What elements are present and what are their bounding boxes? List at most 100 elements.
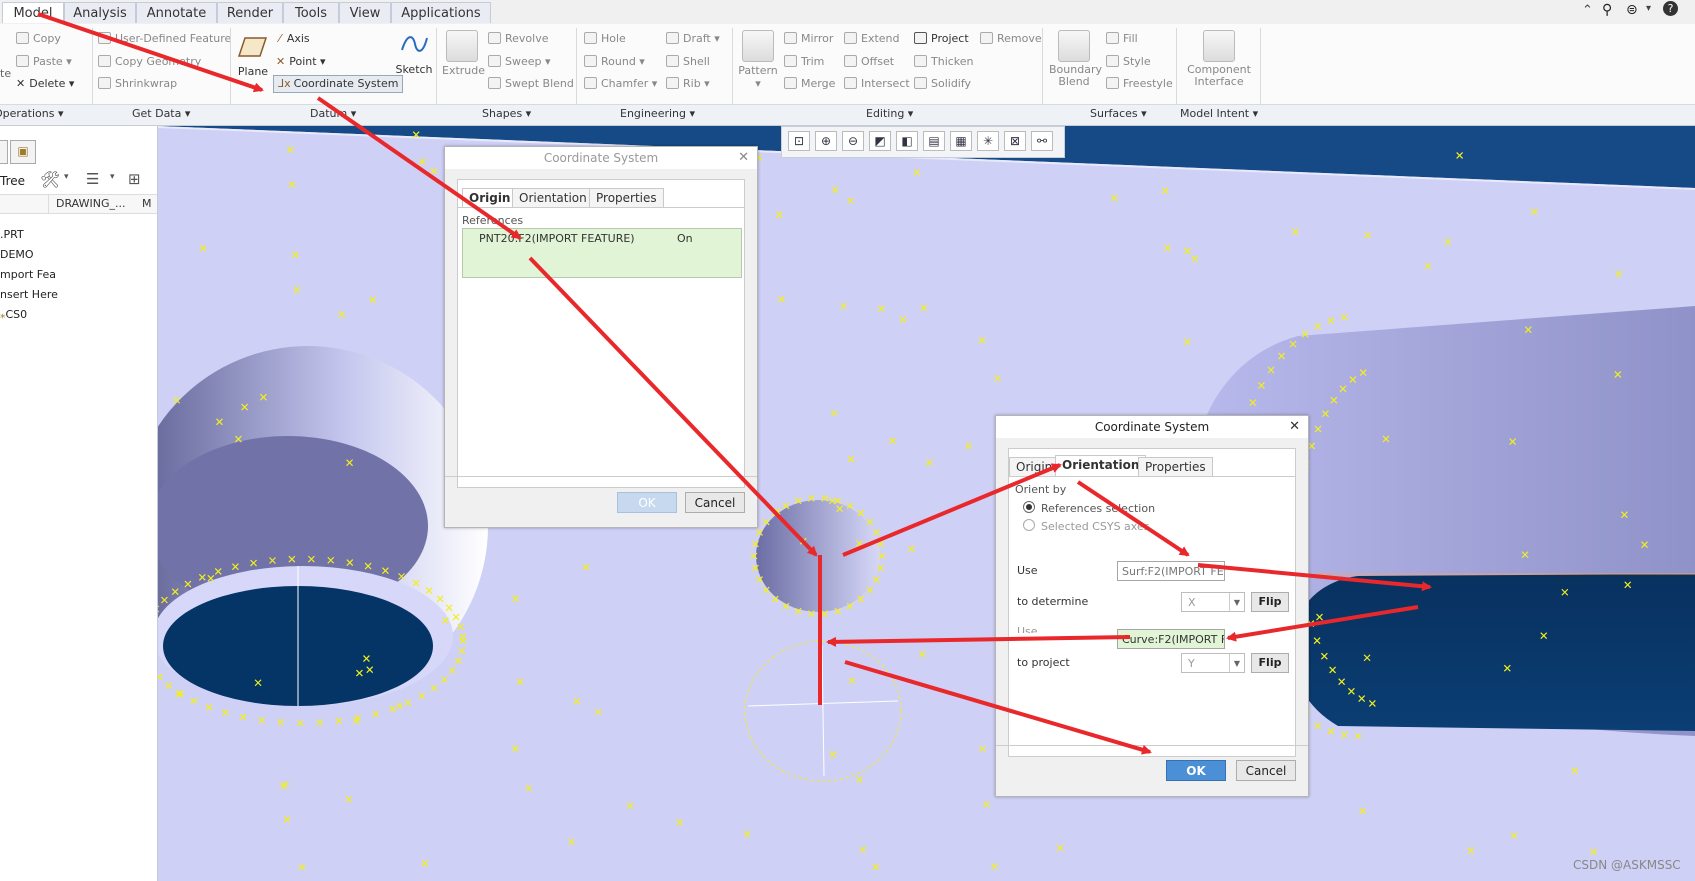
datum-group[interactable]: Datum ▾	[310, 107, 356, 120]
help-menu-icon[interactable]: ⊜	[1626, 2, 1638, 18]
folder-icon[interactable]: ▣	[10, 140, 36, 164]
plane-button[interactable]: Plane	[236, 32, 270, 78]
solidify-button[interactable]: Solidify	[914, 76, 971, 92]
paste-button[interactable]: Paste ▾	[16, 54, 72, 70]
tree-row-cs0[interactable]: ⁎CS0	[0, 308, 27, 321]
spin-center-icon[interactable]: ⚯	[1031, 131, 1053, 151]
point-button[interactable]: ✕ Point ▾	[276, 54, 326, 70]
tab-origin[interactable]: Origin	[462, 188, 518, 207]
tab-orientation[interactable]: Orientation	[512, 188, 594, 207]
radio-references-selection[interactable]: References selection	[1023, 501, 1155, 515]
extend-button[interactable]: Extend	[844, 31, 900, 47]
annotation-display-icon[interactable]: ⊠	[1004, 131, 1026, 151]
sweep-button[interactable]: Sweep ▾	[488, 54, 551, 70]
tab-tools[interactable]: Tools	[283, 2, 339, 23]
freestyle-button[interactable]: Freestyle	[1106, 76, 1173, 92]
udf-button[interactable]: User-Defined Feature	[98, 31, 231, 47]
flip-button[interactable]: Flip	[1251, 653, 1289, 673]
graphics-viewport[interactable]: ⊡ ⊕ ⊖ ◩ ◧ ▤ ▦ ✳ ⊠ ⚯	[158, 126, 1695, 881]
tab-origin[interactable]: Origin	[1009, 457, 1057, 476]
round-button[interactable]: Round ▾	[584, 54, 645, 70]
tab-render[interactable]: Render	[217, 2, 283, 23]
shrinkwrap-button[interactable]: Shrinkwrap	[98, 76, 177, 92]
rib-button[interactable]: Rib ▾	[666, 76, 710, 92]
close-icon[interactable]: ✕	[1289, 419, 1300, 434]
shapes-group[interactable]: Shapes ▾	[482, 107, 531, 120]
filter-icon[interactable]: ⊞	[128, 170, 141, 188]
tab-view[interactable]: View	[339, 2, 391, 23]
shell-button[interactable]: Shell	[666, 54, 710, 70]
tab-analysis[interactable]: Analysis	[64, 2, 136, 23]
get-data-group[interactable]: Get Data ▾	[132, 107, 190, 120]
mirror-button[interactable]: Mirror	[784, 31, 833, 47]
delete-button[interactable]: ✕ Delete ▾	[16, 76, 74, 92]
tab-model[interactable]: Model	[2, 2, 64, 23]
use1-field[interactable]: Surf:F2(IMPORT FE	[1117, 561, 1225, 581]
chamfer-button[interactable]: Chamfer ▾	[584, 76, 657, 92]
zoom-in-icon[interactable]: ⊕	[815, 131, 837, 151]
model-intent-group[interactable]: Model Intent ▾	[1180, 107, 1258, 120]
ok-button[interactable]: OK	[1166, 760, 1226, 781]
trim-button[interactable]: Trim	[784, 54, 824, 70]
tab-annotate[interactable]: Annotate	[136, 2, 217, 23]
editing-group[interactable]: Editing ▾	[866, 107, 913, 120]
draft-button[interactable]: Draft ▾	[666, 31, 720, 47]
tree-col-drawing[interactable]: DRAWING_...	[56, 197, 125, 210]
reference-item[interactable]: PNT20:F2(IMPORT FEATURE)	[479, 232, 635, 245]
tree-row-import[interactable]: mport Fea	[0, 268, 56, 281]
determine-select[interactable]: X ▼	[1181, 592, 1245, 612]
copy-button[interactable]: Copy	[16, 31, 61, 47]
tab-orientation[interactable]: Orientation	[1055, 455, 1147, 476]
settings-tools-icon[interactable]: 🛠	[40, 170, 60, 189]
chevron-down-icon[interactable]: ▾	[64, 172, 69, 182]
operations-group[interactable]: Operations ▾	[0, 107, 64, 120]
axis-button[interactable]: ⁄ Axis	[279, 31, 310, 47]
thicken-button[interactable]: Thicken	[914, 54, 974, 70]
chevron-down-icon[interactable]: ▾	[110, 172, 115, 182]
use2-field[interactable]: Curve:F2(IMPORT F	[1117, 629, 1225, 649]
flip-button[interactable]: Flip	[1251, 592, 1289, 612]
saved-views-icon[interactable]: ▤	[923, 131, 945, 151]
boundary-blend-button[interactable]: Boundary Blend	[1046, 30, 1102, 88]
extrude-button[interactable]: Extrude	[442, 30, 485, 77]
help-icon[interactable]: ?	[1663, 1, 1678, 16]
coordinate-system-button[interactable]: ⅃x Coordinate System	[273, 75, 404, 93]
refit-icon[interactable]: ⊡	[788, 131, 810, 151]
zoom-out-icon[interactable]: ⊖	[842, 131, 864, 151]
hole-button[interactable]: Hole	[584, 31, 626, 47]
tree-col-m[interactable]: M	[142, 197, 152, 210]
repaint-icon[interactable]: ◩	[869, 131, 891, 151]
tab-properties[interactable]: Properties	[1138, 457, 1213, 476]
swept-blend-button[interactable]: Swept Blend	[488, 76, 574, 92]
revolve-button[interactable]: Revolve	[488, 31, 549, 47]
tree-row-insert-here[interactable]: nsert Here	[0, 288, 58, 301]
view-manager-icon[interactable]: ▦	[950, 131, 972, 151]
panel-tab[interactable]	[0, 140, 8, 164]
tab-properties[interactable]: Properties	[589, 188, 664, 207]
offset-button[interactable]: Offset	[844, 54, 894, 70]
style-button[interactable]: Style	[1106, 54, 1151, 70]
sketch-button[interactable]: Sketch	[394, 30, 434, 76]
surfaces-group[interactable]: Surfaces ▾	[1090, 107, 1147, 120]
engineering-group[interactable]: Engineering ▾	[620, 107, 695, 120]
references-list[interactable]: PNT20:F2(IMPORT FEATURE) On	[462, 228, 742, 278]
cancel-button[interactable]: Cancel	[685, 492, 745, 513]
project-select[interactable]: Y ▼	[1181, 653, 1245, 673]
list-icon[interactable]: ☰	[86, 170, 99, 188]
datum-display-icon[interactable]: ✳	[977, 131, 999, 151]
intersect-button[interactable]: Intersect	[844, 76, 910, 92]
remove-button[interactable]: Remove	[980, 31, 1042, 47]
ok-button[interactable]: OK	[617, 492, 677, 513]
tab-applications[interactable]: Applications	[391, 2, 491, 23]
project-button[interactable]: Project	[914, 31, 969, 47]
fill-button[interactable]: Fill	[1106, 31, 1138, 47]
chevron-down-icon[interactable]: ▾	[1646, 3, 1651, 14]
reference-state[interactable]: On	[677, 232, 693, 245]
display-style-icon[interactable]: ◧	[896, 131, 918, 151]
collapse-icon[interactable]: ⌃	[1582, 3, 1593, 18]
component-interface-button[interactable]: Component Interface	[1184, 30, 1254, 88]
pattern-button[interactable]: Pattern ▾	[736, 30, 780, 90]
tree-row-demo[interactable]: DEMO	[0, 248, 34, 261]
cancel-button[interactable]: Cancel	[1236, 760, 1296, 781]
search-icon[interactable]: ⚲	[1602, 2, 1612, 18]
